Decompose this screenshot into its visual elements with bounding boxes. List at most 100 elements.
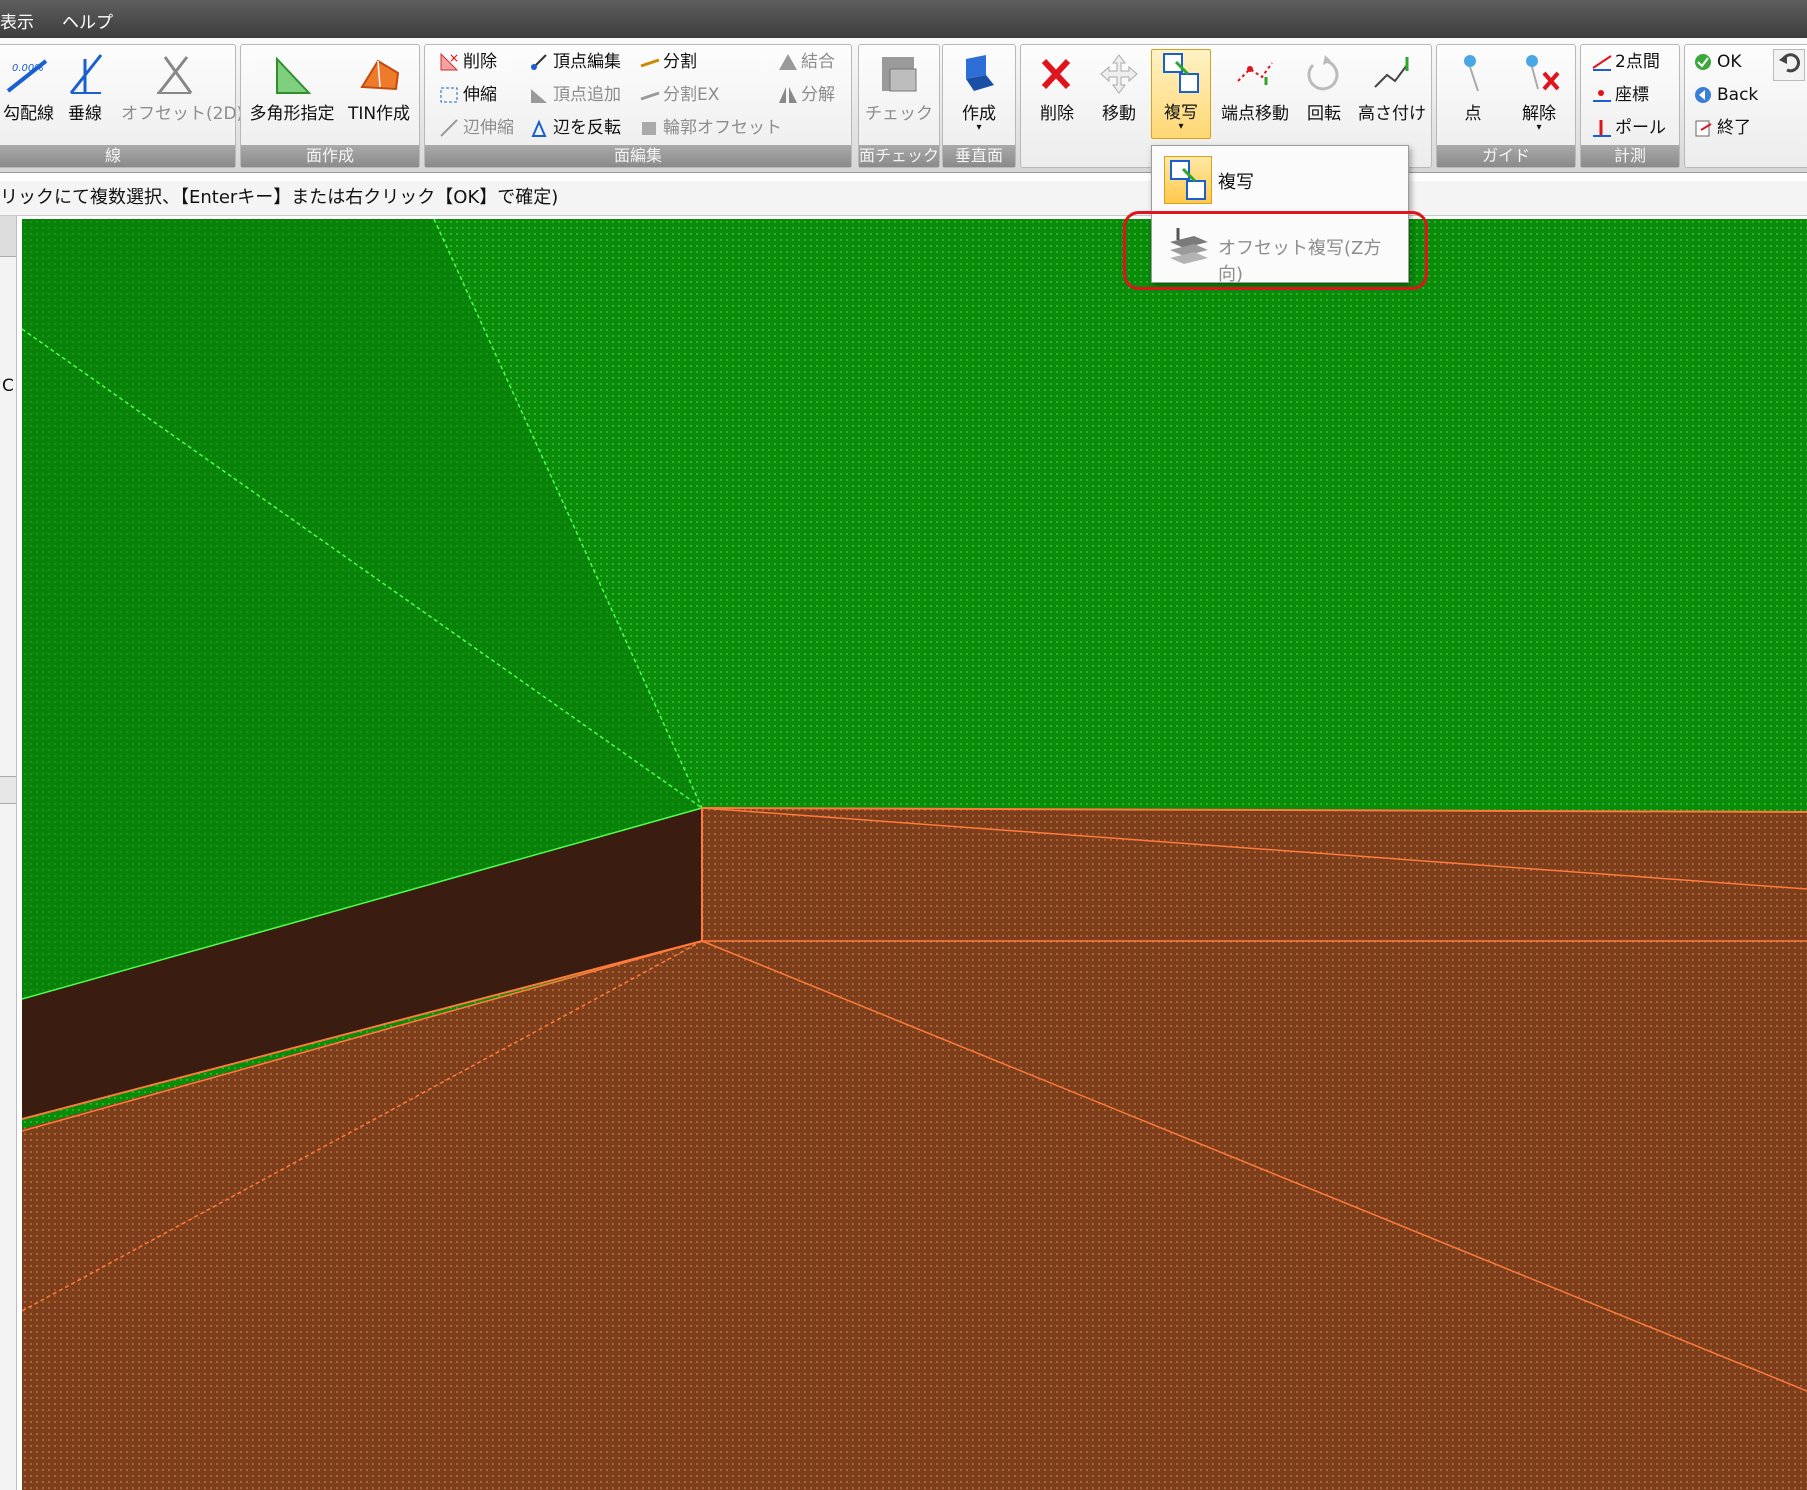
copy-icon-box: [1164, 156, 1212, 204]
svg-text:0.00%: 0.00%: [12, 63, 44, 74]
vertex-add-icon: [531, 89, 547, 103]
merge-button[interactable]: 結合: [777, 49, 835, 75]
panel-tab[interactable]: [0, 216, 16, 257]
coordinate-icon: [1593, 90, 1611, 102]
group-line-label: 線: [0, 145, 235, 167]
check-label: チェック: [865, 104, 933, 124]
guide-release-button[interactable]: 解除 ▾: [1513, 51, 1565, 133]
flip-edge-label: 辺を反転: [553, 118, 621, 138]
group-line: 0.00% 勾配線 垂線 オフセット(2D) 線: [0, 44, 243, 168]
ok-button[interactable]: OK: [1693, 49, 1742, 75]
group-face-create-label: 面作成: [241, 145, 419, 167]
guide-point-button[interactable]: 点: [1447, 51, 1499, 124]
panel-text: C: [2, 376, 14, 396]
rotate-label: 回転: [1307, 104, 1341, 124]
panel-divider: [0, 776, 16, 804]
ribbon-toolbar: 0.00% 勾配線 垂線 オフセット(2D) 線 多角形指定 TIN作成 面作成…: [0, 38, 1807, 173]
vertex-edit-button[interactable]: 頂点編集: [529, 49, 621, 75]
dropdown-arrow-icon: ▾: [1536, 122, 1542, 133]
vertical-create-button[interactable]: 作成 ▾: [949, 51, 1009, 133]
group-measure-label: 計測: [1581, 145, 1679, 167]
face-delete-button[interactable]: × 削除: [439, 49, 497, 75]
menu-view[interactable]: 表示: [0, 8, 34, 33]
decompose-label: 分解: [801, 85, 835, 105]
two-point-button[interactable]: 2点間: [1591, 49, 1660, 75]
two-point-label: 2点間: [1615, 52, 1660, 72]
perpendicular-button[interactable]: 垂線: [65, 51, 105, 124]
slope-line-label: 勾配線: [3, 104, 54, 124]
flip-edge-button[interactable]: 辺を反転: [529, 115, 621, 141]
pin-remove-icon: [1526, 55, 1560, 91]
menu-item-copy[interactable]: 複写: [1156, 150, 1402, 210]
undo-button[interactable]: [1773, 49, 1805, 81]
pole-icon: [1593, 120, 1611, 137]
menu-bar: 表示 ヘルプ: [0, 0, 1807, 38]
delete-icon: [1041, 58, 1071, 90]
tin-create-label: TIN作成: [347, 104, 411, 124]
highlight-annotation: [1123, 211, 1428, 290]
group-face-check: チェック 面チェック: [858, 44, 940, 168]
endpoint-move-icon: [1237, 62, 1273, 85]
vertical-create-label: 作成: [962, 104, 996, 124]
exit-icon: [1695, 120, 1712, 137]
copy-label: 複写: [1164, 103, 1198, 123]
outline-offset-button[interactable]: 輪郭オフセット: [639, 115, 782, 141]
stretch-label: 伸縮: [463, 85, 497, 105]
menu-help[interactable]: ヘルプ: [62, 8, 113, 33]
check-button[interactable]: チェック: [865, 51, 933, 124]
split-button[interactable]: 分割: [639, 49, 697, 75]
rotate-button[interactable]: 回転: [1301, 51, 1347, 124]
undo-icon: [1779, 53, 1800, 73]
polygon-icon: [276, 56, 312, 94]
check-icon: [882, 57, 917, 92]
group-face-edit: × 削除 伸縮 辺伸縮 頂点編集 頂点追加 辺を反転 分割 分割EX 輪郭オフセッ…: [424, 44, 852, 168]
slope-line-icon: 0.00%: [6, 59, 48, 93]
guide-point-label: 点: [1464, 104, 1482, 124]
endpoint-move-label: 端点移動: [1221, 104, 1289, 124]
move-button[interactable]: 移動: [1093, 51, 1145, 124]
back-button[interactable]: Back: [1693, 82, 1758, 108]
polygon-button[interactable]: 多角形指定: [247, 51, 337, 124]
delete-button[interactable]: 削除: [1033, 51, 1081, 124]
instruction-hint: リックにて複数選択、【Enterキー】または右クリック【OK】で確定): [0, 181, 1807, 216]
split-ex-label: 分割EX: [663, 85, 720, 105]
terrain-viewport[interactable]: [22, 219, 1807, 1490]
offset-2d-icon: [157, 56, 193, 94]
tin-create-button[interactable]: TIN作成: [345, 51, 413, 124]
coordinate-button[interactable]: 座標: [1591, 82, 1649, 108]
slope-line-button[interactable]: 0.00% 勾配線: [3, 51, 54, 124]
stretch-button[interactable]: 伸縮: [439, 82, 497, 108]
split-ex-icon: [640, 91, 660, 101]
dropdown-arrow-icon: ▾: [976, 122, 982, 133]
group-vertical-face: 作成 ▾ 垂直面: [942, 44, 1016, 168]
edge-stretch-button[interactable]: 辺伸縮: [439, 115, 514, 141]
move-arrows-icon: [1100, 54, 1138, 94]
height-assign-icon: [1374, 57, 1409, 88]
flip-edge-icon: [531, 119, 547, 137]
endpoint-move-button[interactable]: 端点移動: [1217, 51, 1293, 124]
split-icon: [640, 58, 660, 68]
group-vertical-face-label: 垂直面: [943, 145, 1015, 167]
outline-offset-icon: [642, 122, 656, 135]
split-ex-button[interactable]: 分割EX: [639, 82, 719, 108]
vertex-edit-label: 頂点編集: [553, 52, 621, 72]
decompose-button[interactable]: 分解: [777, 82, 835, 108]
vertical-create-icon: [966, 55, 994, 91]
back-arrow-icon: [1695, 87, 1711, 103]
merge-icon: [779, 54, 797, 70]
offset-2d-button[interactable]: オフセット(2D): [121, 51, 243, 124]
group-guide-label: ガイド: [1437, 145, 1575, 167]
copy-button[interactable]: 複写 ▾: [1151, 49, 1211, 139]
coordinate-label: 座標: [1615, 85, 1649, 105]
polygon-label: 多角形指定: [249, 104, 335, 124]
edge-stretch-label: 辺伸縮: [463, 118, 514, 138]
exit-button[interactable]: 終了: [1693, 115, 1751, 141]
pole-button[interactable]: ポール: [1591, 115, 1666, 141]
viewport-3d[interactable]: [22, 219, 1807, 1490]
edge-stretch-icon: [440, 119, 458, 137]
tin-icon: [360, 59, 400, 91]
vertex-add-button[interactable]: 頂点追加: [529, 82, 621, 108]
group-measure: 2点間 座標 ポール 計測: [1580, 44, 1680, 168]
face-delete-icon: ×: [440, 51, 459, 71]
height-assign-button[interactable]: 高さ付け: [1357, 51, 1427, 124]
